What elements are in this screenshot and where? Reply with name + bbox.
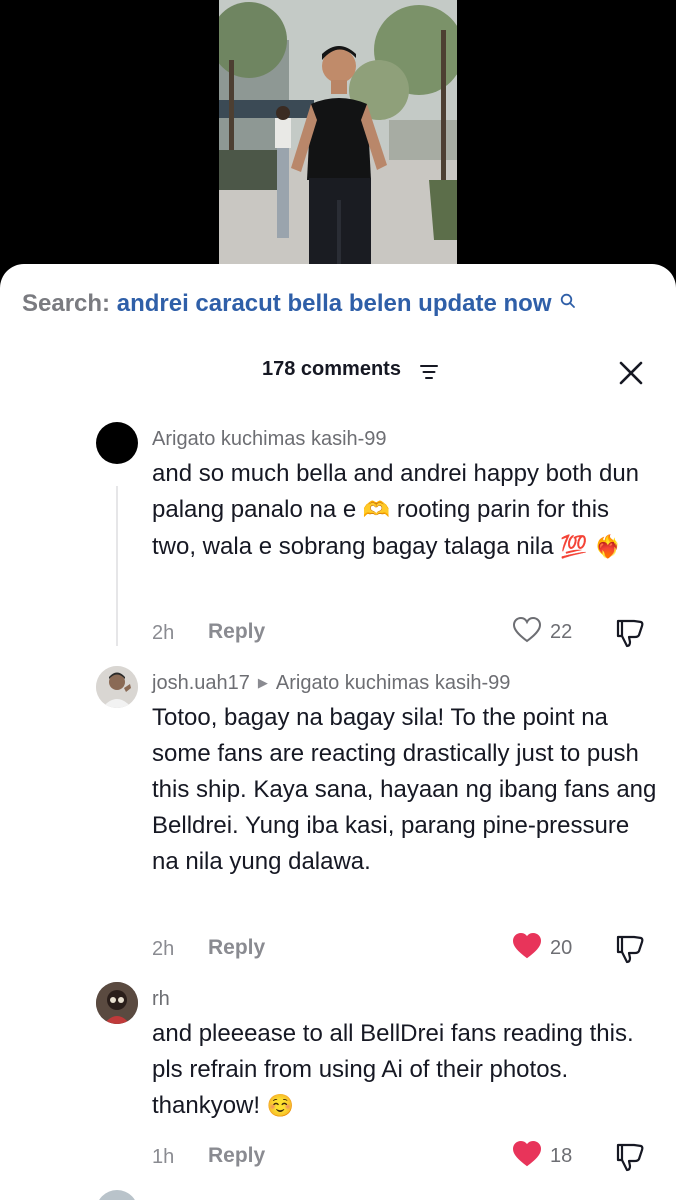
avatar[interactable] — [96, 422, 138, 464]
reply-button[interactable]: Reply — [208, 1144, 265, 1168]
reply-button[interactable]: Reply — [208, 620, 265, 644]
reply-to-user[interactable]: Arigato kuchimas kasih-99 — [276, 672, 511, 694]
comment-time: 2h — [152, 622, 175, 644]
smiling-face-emoji: ☺️ — [266, 1094, 295, 1119]
search-icon[interactable] — [560, 288, 576, 316]
filter-icon[interactable] — [420, 364, 438, 385]
comment-time: 2h — [152, 938, 175, 960]
like-button[interactable]: 18 — [512, 1140, 572, 1173]
dislike-icon[interactable] — [614, 934, 646, 969]
like-count: 20 — [550, 937, 573, 959]
comment-item: Arigato kuchimas kasih-99 and so much be… — [0, 422, 676, 652]
comment-time: 1h — [152, 1146, 175, 1168]
heart-icon — [512, 932, 542, 965]
avatar[interactable] — [96, 982, 138, 1024]
comment-text: and so much bella and andrei happy both … — [152, 456, 657, 566]
comment-text: Totoo, bagay na bagay sila! To the point… — [152, 704, 657, 875]
video-preview[interactable] — [219, 0, 457, 285]
comment-username[interactable]: rh — [152, 988, 170, 1011]
comment-item: josh.uah17 ▶ Arigato kuchimas kasih-99 Tot… — [0, 666, 676, 966]
comment-username[interactable]: Arigato kuchimas kasih-99 — [152, 428, 387, 451]
heart-on-fire-emoji: ❤️‍🔥 — [594, 535, 622, 560]
like-count: 22 — [550, 621, 573, 643]
comments-header: 178 comments — [0, 356, 676, 390]
heart-icon — [512, 1140, 542, 1173]
hundred-emoji: 💯 — [560, 535, 588, 560]
search-prefix: Search: — [22, 290, 111, 317]
like-count: 18 — [550, 1145, 573, 1167]
reply-button[interactable]: Reply — [208, 936, 265, 960]
heart-hands-emoji: 🫶 — [362, 498, 391, 523]
heart-icon — [512, 616, 542, 649]
reply-author[interactable]: josh.uah17 — [152, 672, 250, 694]
comments-sheet: Search: andrei caracut bella belen updat… — [0, 264, 676, 1200]
comment-text: and pleeease to all BellDrei fans readin… — [152, 1016, 657, 1125]
comment-username[interactable]: josh.uah17 ▶ Arigato kuchimas kasih-99 — [152, 672, 510, 695]
avatar[interactable] — [96, 1190, 138, 1200]
dislike-icon[interactable] — [614, 1142, 646, 1177]
avatar[interactable] — [96, 666, 138, 708]
comment-count: 178 comments — [262, 358, 401, 380]
search-query-link[interactable]: andrei caracut bella belen update now — [117, 290, 552, 317]
like-button[interactable]: 22 — [512, 616, 572, 649]
video-thumbnail — [219, 0, 457, 285]
close-icon[interactable] — [614, 356, 648, 390]
comment-text-part: and pleeease to all BellDrei fans readin… — [152, 1020, 634, 1119]
thread-line — [116, 486, 118, 646]
reply-arrow-icon: ▶ — [257, 675, 268, 690]
comment-item: rh and pleeease to all BellDrei fans rea… — [0, 982, 676, 1182]
search-suggestion[interactable]: Search: andrei caracut bella belen updat… — [22, 290, 576, 318]
like-button[interactable]: 20 — [512, 932, 572, 965]
dislike-icon[interactable] — [614, 618, 646, 653]
